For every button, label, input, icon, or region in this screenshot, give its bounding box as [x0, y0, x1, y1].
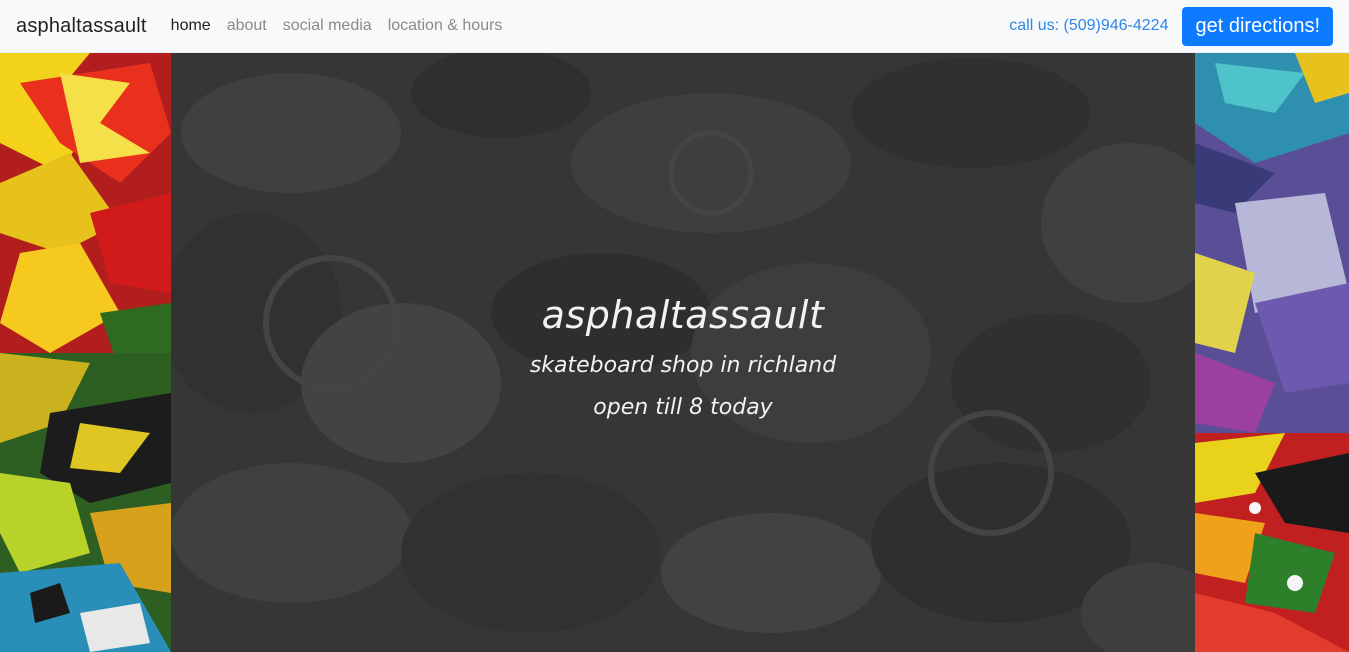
graffiti-image-right — [1195, 53, 1349, 652]
brand-logo-text[interactable]: asphaltassault — [16, 15, 147, 38]
hero-subtitle: skateboard shop in richland — [529, 353, 837, 378]
call-us-link[interactable]: call us: (509)946-4224 — [1009, 17, 1168, 35]
nav-right: call us: (509)946-4224 get directions! — [1009, 6, 1333, 46]
navbar: asphaltassault home about social media l… — [0, 0, 1349, 53]
nav-link-about[interactable]: about — [227, 17, 267, 35]
nav-link-location-hours[interactable]: location & hours — [388, 17, 503, 35]
nav-link-social-media[interactable]: social media — [283, 17, 372, 35]
hero-section: asphaltassault skateboard shop in richla… — [171, 53, 1195, 652]
nav-link-home[interactable]: home — [171, 17, 211, 35]
hero-hours: open till 8 today — [593, 395, 773, 420]
hero-title: asphaltassault — [541, 293, 825, 337]
nav-links: home about social media location & hours — [171, 17, 519, 35]
get-directions-button[interactable]: get directions! — [1182, 6, 1333, 46]
graffiti-image-left — [0, 53, 171, 652]
